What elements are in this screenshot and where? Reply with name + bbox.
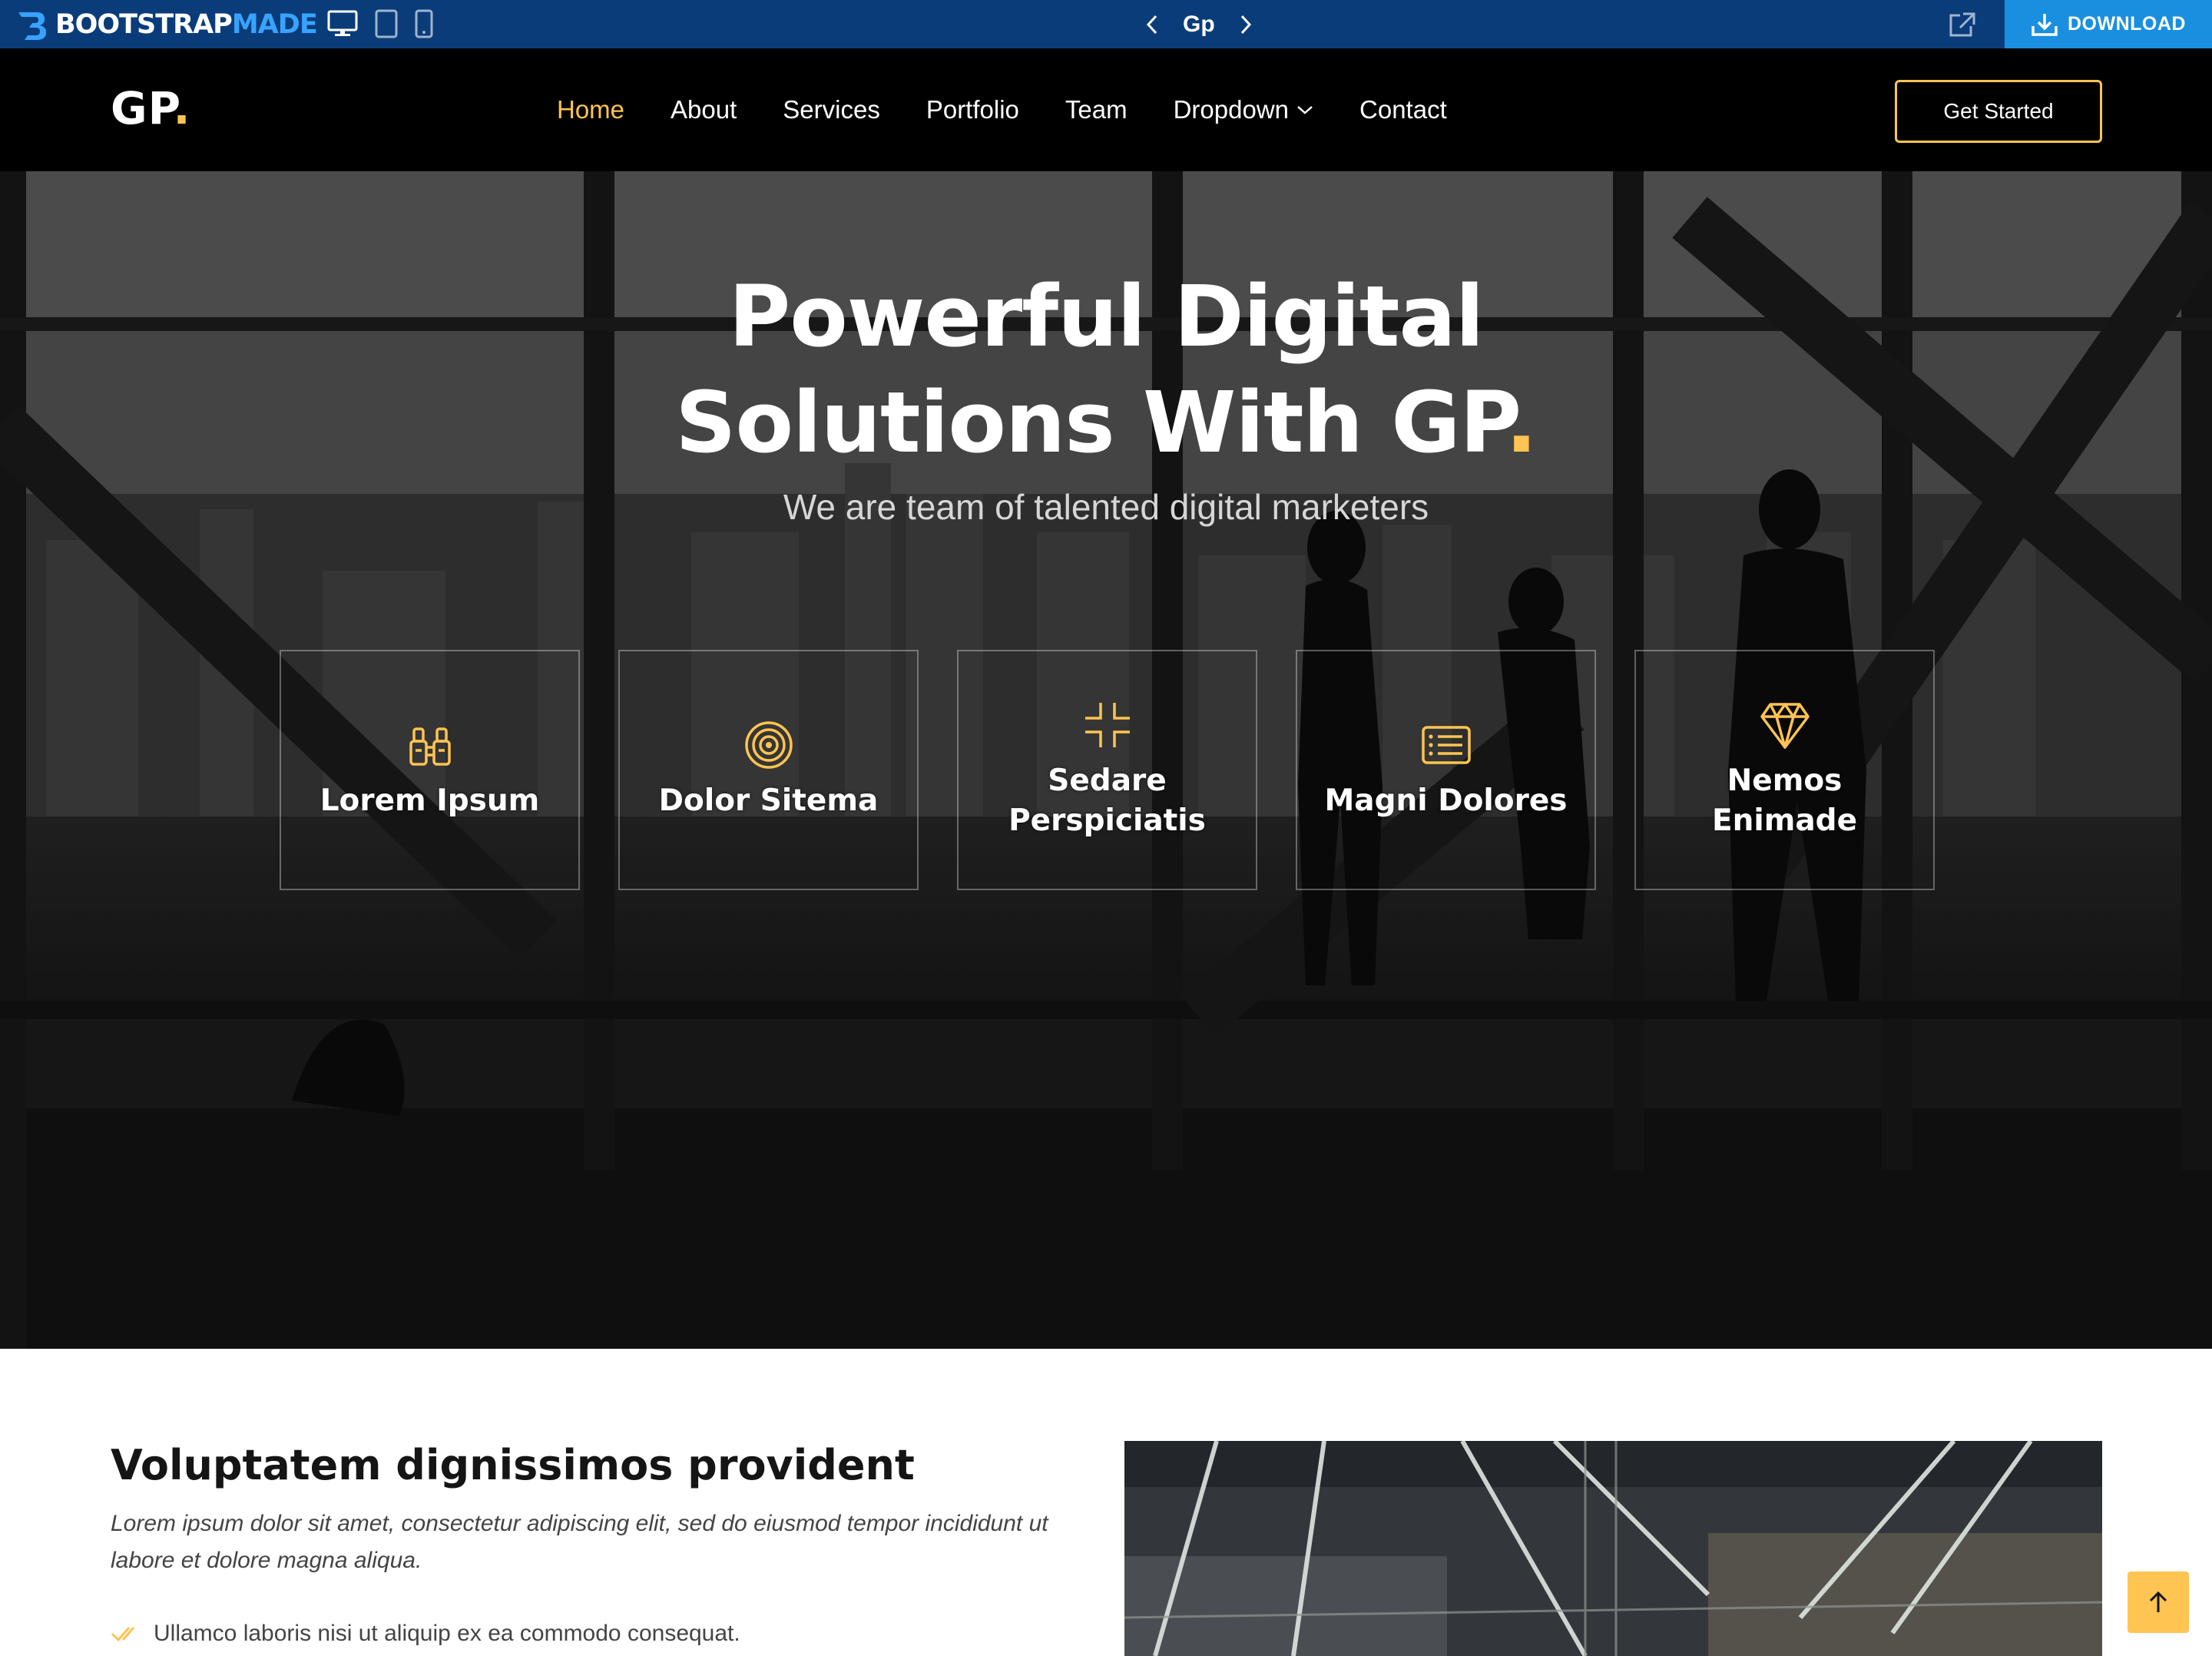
bootstrapmade-logo[interactable]: BOOTSTRAPMADE (14, 6, 318, 43)
nav-team[interactable]: Team (1065, 95, 1128, 124)
back-to-top-button[interactable] (2128, 1572, 2189, 1633)
nav-services[interactable]: Services (783, 95, 880, 124)
feature-box-lorem-ipsum[interactable]: Lorem Ipsum (280, 650, 580, 890)
arrow-up-icon (2149, 1591, 2167, 1612)
nav-contact[interactable]: Contact (1359, 95, 1447, 124)
about-lead: Lorem ipsum dolor sit amet, consectetur … (111, 1511, 1048, 1573)
chevron-down-icon (1297, 106, 1313, 114)
hero-title: Powerful Digital Solutions With GP. (675, 267, 1537, 472)
card-list-icon (1421, 725, 1471, 764)
feature-box-nemos-enimade[interactable]: Nemos Enimade (1634, 650, 1935, 890)
download-button[interactable]: DOWNLOAD (2005, 0, 2212, 48)
preview-bar: BOOTSTRAPMADE Gp DOWNLOAD (0, 0, 2212, 48)
chevron-right-icon[interactable] (1238, 13, 1253, 36)
nav-about[interactable]: About (671, 95, 737, 124)
get-started-button[interactable]: Get Started (1895, 80, 2102, 143)
download-icon (2032, 13, 2058, 36)
feature-box-dolor-sitema[interactable]: Dolor Sitema (618, 650, 919, 890)
main-nav: Home About Services Portfolio Team Dropd… (557, 48, 1447, 171)
bootstrapmade-wordmark: BOOTSTRAPMADE (55, 9, 318, 40)
device-switcher (327, 8, 433, 40)
feature-box-magni-dolores[interactable]: Magni Dolores (1296, 650, 1596, 890)
fullscreen-exit-icon (1084, 702, 1130, 747)
about-image (1124, 1441, 2102, 1656)
hero-feature-row: Lorem Ipsum Dolor Sitema Sedare Perspici… (280, 650, 1935, 890)
bootstrapmade-mark-icon (18, 12, 46, 40)
check-list-item: Ullamco laboris nisi ut aliquip ex ea co… (111, 1621, 740, 1647)
site-logo[interactable]: GP. (111, 82, 191, 134)
hero-section: Powerful Digital Solutions With GP. We a… (0, 171, 2212, 1349)
target-icon (744, 720, 793, 769)
gem-icon (1760, 702, 1810, 749)
office-ceiling-image (1124, 1441, 2102, 1656)
template-switcher: Gp (1144, 0, 1253, 48)
nav-dropdown[interactable]: Dropdown (1174, 95, 1313, 124)
template-name: Gp (1183, 11, 1215, 37)
about-title: Voluptatem dignissimos provident (111, 1441, 915, 1489)
nav-dropdown-label: Dropdown (1173, 95, 1290, 124)
desktop-icon[interactable] (327, 10, 358, 38)
tablet-icon[interactable] (375, 9, 398, 38)
about-section: Voluptatem dignissimos provident Lorem i… (0, 1349, 2212, 1656)
nav-portfolio[interactable]: Portfolio (926, 95, 1019, 124)
nav-home[interactable]: Home (557, 95, 624, 124)
mobile-icon[interactable] (415, 9, 433, 38)
binoculars-icon (409, 727, 451, 766)
feature-box-sedare-perspiciatis[interactable]: Sedare Perspiciatis (957, 650, 1257, 890)
open-external-icon[interactable] (1948, 11, 1977, 38)
check-double-icon (111, 1627, 135, 1642)
hero-subtitle: We are team of talented digital marketer… (783, 487, 1429, 527)
site-header: GP. Home About Services Portfolio Team D… (0, 48, 2212, 171)
chevron-left-icon[interactable] (1144, 13, 1160, 36)
